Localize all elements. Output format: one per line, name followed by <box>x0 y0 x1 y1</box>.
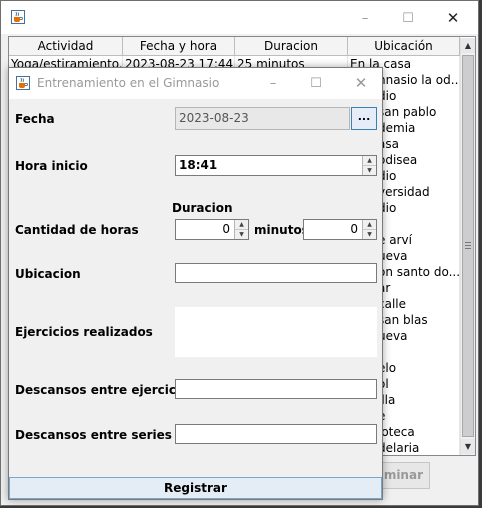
entrenamiento-dialog: Entrenamiento en el Gimnasio – ☐ ✕ Fecha… <box>8 67 383 500</box>
hora-inicio-spinner[interactable]: 18:41 ▲ ▼ <box>175 155 377 176</box>
fecha-value: 2023-08-23 <box>179 111 249 125</box>
java-cup-icon <box>11 10 25 24</box>
minimize-icon[interactable]: – <box>251 68 295 98</box>
spin-down-icon[interactable]: ▼ <box>235 229 248 239</box>
horas-spin-buttons: ▲ ▼ <box>234 220 248 239</box>
minimize-icon[interactable]: – <box>343 3 387 33</box>
column-header-actividad[interactable]: Actividad <box>9 37 123 56</box>
close-icon[interactable]: ✕ <box>339 68 383 98</box>
spin-down-icon[interactable]: ▼ <box>363 165 376 175</box>
minutos-spin-buttons: ▲ ▼ <box>362 220 376 239</box>
ubicacion-label: Ubicacion <box>15 267 81 281</box>
hora-inicio-spin-buttons: ▲ ▼ <box>362 156 376 175</box>
hora-inicio-value: 18:41 <box>179 158 218 172</box>
descansos-ejercicios-label: Descansos entre ejercicios <box>15 383 196 397</box>
spin-down-icon[interactable]: ▼ <box>363 229 376 239</box>
eliminar-button[interactable]: minar <box>376 462 430 489</box>
column-header-ubicacion[interactable]: Ubicación <box>348 37 460 56</box>
scrollbar-thumb[interactable] <box>462 55 474 437</box>
minutos-spinner[interactable]: 0 ▲ ▼ <box>303 219 377 240</box>
minutos-label: minutos <box>254 223 309 237</box>
duracion-label: Duracion <box>172 201 233 215</box>
fecha-label: Fecha <box>15 112 55 126</box>
ejercicios-label: Ejercicios realizados <box>15 325 153 339</box>
main-window-titlebar: – ☐ ✕ <box>1 1 478 34</box>
spin-up-icon[interactable]: ▲ <box>363 156 376 166</box>
dialog-title: Entrenamiento en el Gimnasio <box>37 76 220 90</box>
date-picker-button[interactable]: ... <box>351 107 377 130</box>
column-header-fecha-hora[interactable]: Fecha y hora <box>123 37 235 56</box>
scroll-up-icon[interactable]: ▲ <box>461 38 475 53</box>
java-cup-icon <box>16 76 30 90</box>
descansos-series-label: Descansos entre series <box>15 428 172 442</box>
descansos-ejercicios-input[interactable] <box>175 379 377 399</box>
horas-spinner[interactable]: 0 ▲ ▼ <box>175 219 249 240</box>
dialog-titlebar: Entrenamiento en el Gimnasio – ☐ ✕ <box>9 68 382 99</box>
maximize-icon[interactable]: ☐ <box>386 3 430 33</box>
spin-up-icon[interactable]: ▲ <box>235 220 248 230</box>
spin-up-icon[interactable]: ▲ <box>363 220 376 230</box>
ejercicios-textarea[interactable] <box>175 307 377 357</box>
ubicacion-input[interactable] <box>175 263 377 283</box>
cantidad-horas-label: Cantidad de horas <box>15 223 139 237</box>
table-vertical-scrollbar[interactable]: ▲ ▼ <box>460 38 475 455</box>
registrar-button[interactable]: Registrar <box>9 477 382 499</box>
fecha-field[interactable]: 2023-08-23 <box>175 107 350 130</box>
maximize-icon[interactable]: ☐ <box>294 68 338 98</box>
descansos-series-input[interactable] <box>175 424 377 444</box>
hora-inicio-label: Hora inicio <box>15 159 88 173</box>
close-icon[interactable]: ✕ <box>431 3 475 33</box>
scroll-down-icon[interactable]: ▼ <box>461 439 475 454</box>
column-header-duracion[interactable]: Duracion <box>235 37 348 56</box>
